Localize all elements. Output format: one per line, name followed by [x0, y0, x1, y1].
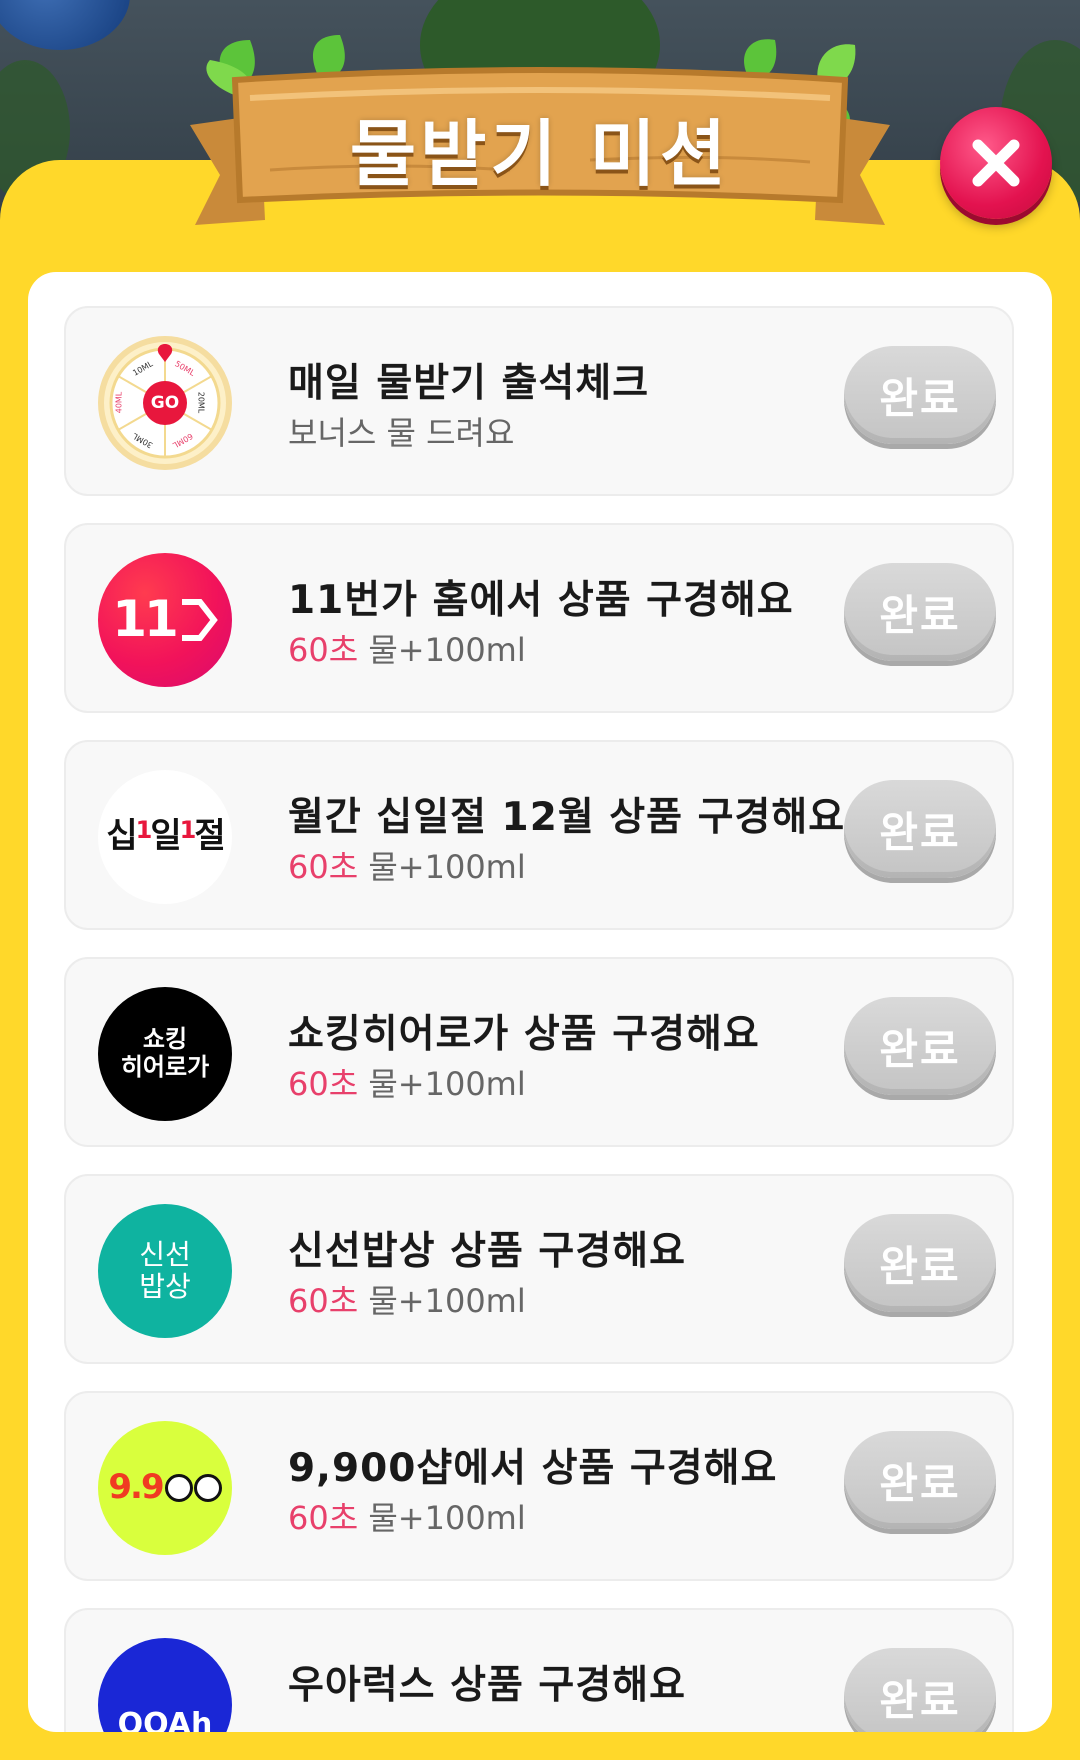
logo-text: 일: [150, 816, 181, 857]
mission-reward: 60초 물+100ml: [288, 1059, 526, 1105]
mission-item: 쇼킹 히어로가 쇼킹히어로가 상품 구경해요 60초 물+100ml 완료: [64, 957, 1014, 1147]
roulette-label: 40ML: [114, 391, 124, 414]
coin-icon: [164, 1474, 193, 1502]
mission-reward: 60초 물+100ml: [288, 625, 526, 671]
mission-title: 매일 물받기 출석체크: [288, 361, 650, 406]
mission-title: 신선밥상 상품 구경해요: [288, 1229, 686, 1274]
sipiljeol-logo-icon: 십1일1절: [98, 770, 232, 904]
mission-item: 9.9 9,900샵에서 상품 구경해요 60초 물+100ml 완료: [64, 1391, 1014, 1581]
reward-seconds: 60초: [288, 848, 359, 886]
mission-subtitle: 보너스 물 드려요: [288, 414, 515, 452]
coin-icon: [193, 1474, 222, 1502]
9900-shop-logo-icon: 9.9: [98, 1421, 232, 1555]
mission-item: 십1일1절 월간 십일절 12월 상품 구경해요 60초 물+100ml 완료: [64, 740, 1014, 930]
complete-button[interactable]: 완료: [844, 1214, 996, 1312]
balloon-decoration: [0, 0, 130, 50]
mission-title: 쇼킹히어로가 상품 구경해요: [288, 1012, 760, 1057]
mission-reward: 60초 물+100ml: [288, 1276, 526, 1322]
fresh-table-logo-icon: 신선 밥상: [98, 1204, 232, 1338]
complete-button[interactable]: 완료: [844, 346, 996, 444]
logo-text: 히어로가: [120, 1053, 210, 1081]
roulette-icon: GO 10ML 50ML 20ML 60ML 30ML 40ML: [98, 336, 232, 470]
logo-text: 11: [112, 590, 179, 649]
logo-text: 신선: [139, 1237, 191, 1271]
shocking-hero-logo-icon: 쇼킹 히어로가: [98, 987, 232, 1121]
complete-button[interactable]: 완료: [844, 780, 996, 878]
mission-reward: 60초 물+100ml: [288, 1493, 526, 1539]
roulette-center-label: GO: [150, 393, 180, 413]
mission-item: 신선 밥상 신선밥상 상품 구경해요 60초 물+100ml 완료: [64, 1174, 1014, 1364]
mission-title: 9,900샵에서 상품 구경해요: [288, 1446, 778, 1491]
logo-text: 절: [194, 816, 225, 857]
logo-text: 1: [135, 816, 153, 845]
reward-amount: 물+100ml: [368, 1065, 526, 1103]
reward-seconds: 60초: [288, 1282, 359, 1320]
reward-amount: 물+100ml: [368, 1282, 526, 1320]
mission-list: GO 10ML 50ML 20ML 60ML 30ML 40ML 매일 물받기 …: [28, 272, 1052, 1732]
roulette-label: 20ML: [196, 391, 206, 414]
logo-text: 쇼킹: [142, 1025, 188, 1054]
mission-item: 11 11번가 홈에서 상품 구경해요 60초 물+100ml 완료: [64, 523, 1014, 713]
reward-seconds: 60초: [288, 1499, 359, 1537]
mission-title: 우아럭스 상품 구경해요: [288, 1663, 686, 1708]
reward-seconds: 60초: [288, 1065, 359, 1103]
11st-logo-icon: 11: [98, 553, 232, 687]
logo-text: OOAh: [117, 1706, 213, 1732]
page-title: 물받기 미션: [349, 111, 731, 196]
mission-item: GO 10ML 50ML 20ML 60ML 30ML 40ML 매일 물받기 …: [64, 306, 1014, 496]
complete-button[interactable]: 완료: [844, 563, 996, 661]
mission-title: 11번가 홈에서 상품 구경해요: [288, 578, 794, 623]
logo-text: 십: [106, 816, 137, 857]
mission-item: OOAh 우아럭스 상품 구경해요 완료: [64, 1608, 1014, 1732]
logo-text: 밥상: [139, 1270, 191, 1303]
complete-button[interactable]: 완료: [844, 1648, 996, 1732]
logo-text: 9.9: [108, 1467, 164, 1508]
complete-button[interactable]: 완료: [844, 997, 996, 1095]
logo-text: 1: [179, 816, 197, 845]
close-icon: [972, 139, 1020, 187]
reward-seconds: 60초: [288, 631, 359, 669]
woalux-logo-icon: OOAh: [98, 1638, 232, 1732]
reward-amount: 물+100ml: [368, 848, 526, 886]
reward-amount: 물+100ml: [368, 1499, 526, 1537]
reward-amount: 물+100ml: [368, 631, 526, 669]
mission-title: 월간 십일절 12월 상품 구경해요: [288, 795, 846, 840]
mission-reward: 60초 물+100ml: [288, 842, 526, 888]
close-button[interactable]: [940, 107, 1052, 219]
complete-button[interactable]: 완료: [844, 1431, 996, 1529]
